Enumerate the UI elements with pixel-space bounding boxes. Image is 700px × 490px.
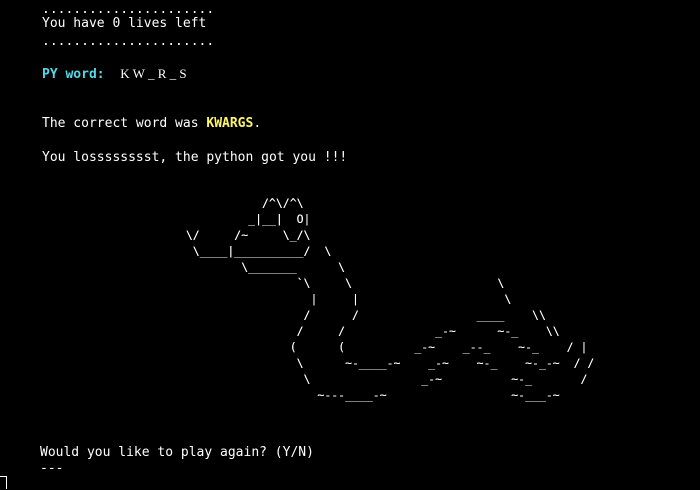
window-corner-marker [0,476,7,489]
correct-word-prefix: The correct word was [42,116,207,131]
correct-word-suffix: . [253,116,262,131]
play-again-prompt: Would you like to play again? (Y/N) [40,445,314,460]
lives-remaining: You have 0 lives left [42,16,207,31]
word-display-row: PY word: K W _ R _ S [42,66,187,83]
answer-input[interactable]: --- [40,461,63,477]
separator-bottom: ...................... [42,34,215,49]
correct-word-line: The correct word was KWARGS. [42,116,261,132]
word-label: PY word: [42,67,105,82]
python-snake-ascii-art: /^\/^\ _|__| O| \/ /~ \_/\ \____|_______… [172,195,595,403]
correct-word: KWARGS [206,116,254,131]
terminal-screen: ...................... You have 0 lives … [0,0,700,490]
word-letters: K W _ R _ S [120,66,187,81]
lose-message: You losssssssst, the python got you !!! [42,150,348,165]
